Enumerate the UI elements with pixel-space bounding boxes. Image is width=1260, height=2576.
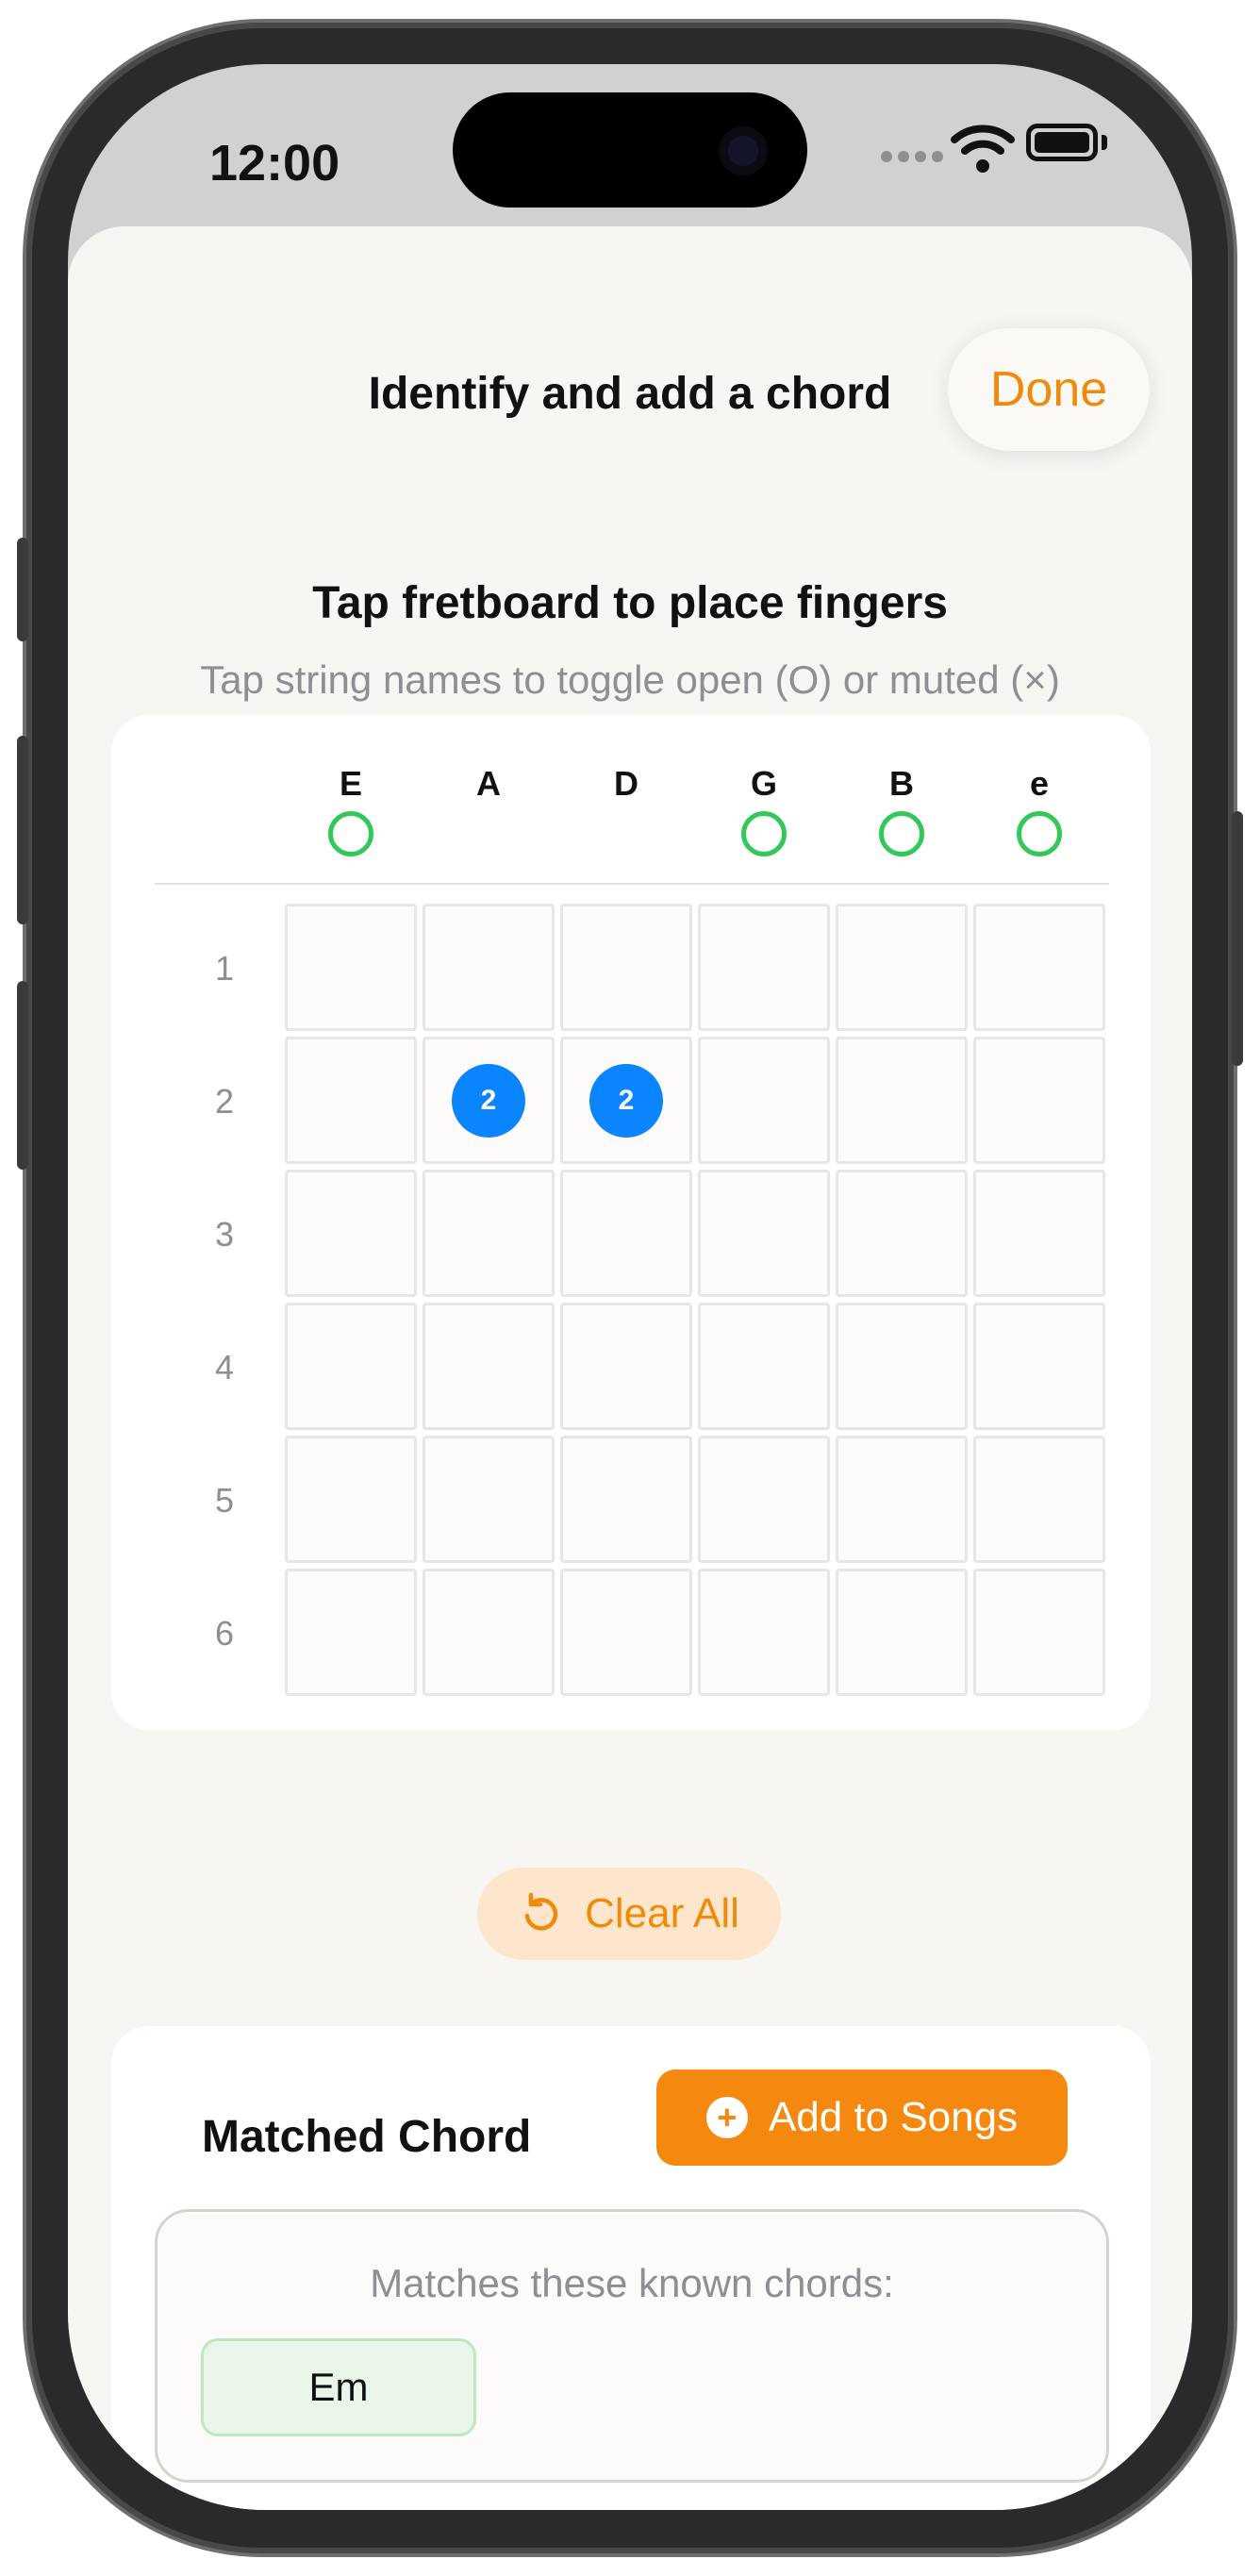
- fret-cell[interactable]: [560, 1170, 692, 1297]
- fret-cell[interactable]: [973, 1436, 1105, 1563]
- fret-number: 6: [214, 1614, 235, 1653]
- finger-dot[interactable]: 2: [452, 1063, 525, 1138]
- clear-all-button[interactable]: Clear All: [477, 1868, 781, 1960]
- fret-cell[interactable]: [698, 904, 830, 1031]
- string-name-3[interactable]: G: [695, 764, 833, 804]
- fret-cell[interactable]: [836, 1303, 968, 1430]
- fret-number: 4: [214, 1348, 235, 1387]
- screen: 12:00 Identify and add a chord Done Tap …: [68, 64, 1192, 2510]
- fretboard-card: EADGBe 12223456: [111, 715, 1151, 1730]
- fret-cell[interactable]: [836, 1569, 968, 1696]
- fret-cell[interactable]: [560, 1303, 692, 1430]
- matched-chord-card: Matched Chord + Add to Songs Matches the…: [111, 2026, 1151, 2510]
- volume-down-button: [17, 981, 28, 1170]
- instructions-title: Tap fretboard to place fingers: [312, 578, 948, 628]
- fret-number: 3: [214, 1215, 235, 1254]
- fret-cell[interactable]: [560, 904, 692, 1031]
- fret-cell[interactable]: [973, 1303, 1105, 1430]
- fret-cell[interactable]: [698, 1436, 830, 1563]
- fret-cell[interactable]: [285, 1170, 417, 1297]
- fret-cell[interactable]: [423, 1303, 555, 1430]
- fret-cell[interactable]: [285, 1037, 417, 1164]
- action-button: [17, 538, 28, 641]
- open-string-icon[interactable]: [1017, 811, 1062, 856]
- battery-tip: [1102, 135, 1107, 150]
- open-string-icon[interactable]: [879, 811, 924, 856]
- fret-cell[interactable]: [285, 1569, 417, 1696]
- string-name-5[interactable]: e: [970, 764, 1108, 804]
- fret-cell[interactable]: [423, 1436, 555, 1563]
- fret-number: 2: [214, 1082, 235, 1121]
- fret-cell[interactable]: [560, 1569, 692, 1696]
- fret-cell[interactable]: [423, 1569, 555, 1696]
- clear-all-label: Clear All: [585, 1890, 739, 1936]
- camera-icon: [719, 126, 768, 175]
- cellular-signal-icon: [881, 151, 943, 162]
- fret-cell[interactable]: [698, 1037, 830, 1164]
- string-name-0[interactable]: E: [282, 764, 420, 804]
- fret-cell[interactable]: [285, 1436, 417, 1563]
- string-name-2[interactable]: D: [557, 764, 695, 804]
- add-to-songs-label: Add to Songs: [768, 2094, 1019, 2140]
- fret-cell[interactable]: [423, 904, 555, 1031]
- side-button: [1232, 811, 1243, 1066]
- wifi-icon: [951, 125, 1015, 173]
- fret-cell[interactable]: [973, 1037, 1105, 1164]
- fret-cell[interactable]: [836, 1170, 968, 1297]
- status-time: 12:00: [209, 135, 340, 191]
- fret-cell[interactable]: [423, 1170, 555, 1297]
- fret-cell[interactable]: [836, 904, 968, 1031]
- undo-icon: [524, 1892, 558, 1931]
- battery-icon: [1026, 124, 1098, 161]
- chord-chip-em[interactable]: Em: [201, 2338, 476, 2436]
- finger-dot[interactable]: 2: [589, 1063, 663, 1138]
- fret-cell[interactable]: [836, 1436, 968, 1563]
- plus-circle-icon: +: [705, 2097, 748, 2138]
- fretboard-divider: [155, 883, 1109, 885]
- done-button[interactable]: Done: [948, 328, 1150, 451]
- string-name-4[interactable]: B: [833, 764, 970, 804]
- instructions-subtitle: Tap string names to toggle open (O) or m…: [200, 657, 1060, 702]
- fret-number: 5: [214, 1481, 235, 1520]
- known-chords-box: Matches these known chords: Em: [155, 2209, 1109, 2483]
- fret-cell[interactable]: [973, 904, 1105, 1031]
- fret-cell[interactable]: [698, 1303, 830, 1430]
- fret-cell[interactable]: 2: [423, 1037, 555, 1164]
- string-name-1[interactable]: A: [420, 764, 557, 804]
- add-to-songs-button[interactable]: + Add to Songs: [656, 2069, 1068, 2166]
- chord-sheet: Identify and add a chord Done Tap fretbo…: [68, 226, 1192, 2510]
- fret-number: 1: [214, 949, 235, 988]
- fret-cell[interactable]: [285, 904, 417, 1031]
- fret-cell[interactable]: [285, 1303, 417, 1430]
- fret-cell[interactable]: [973, 1569, 1105, 1696]
- known-chords-label: Matches these known chords:: [370, 2261, 894, 2305]
- fret-cell[interactable]: [973, 1170, 1105, 1297]
- fret-cell[interactable]: 2: [560, 1037, 692, 1164]
- fret-cell[interactable]: [698, 1170, 830, 1297]
- fret-cell[interactable]: [836, 1037, 968, 1164]
- volume-up-button: [17, 736, 28, 924]
- open-string-icon[interactable]: [741, 811, 787, 856]
- open-string-icon[interactable]: [328, 811, 373, 856]
- matched-chord-title: Matched Chord: [202, 2112, 532, 2162]
- fret-cell[interactable]: [698, 1569, 830, 1696]
- fret-cell[interactable]: [560, 1436, 692, 1563]
